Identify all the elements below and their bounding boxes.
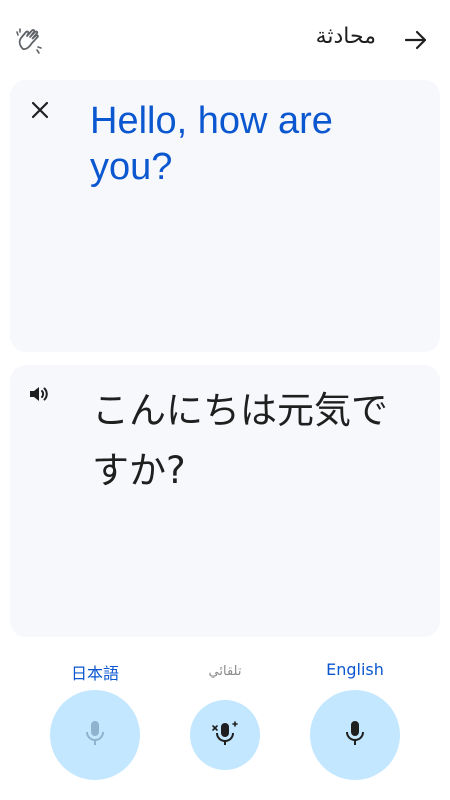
translation-panel: こんにちは元気ですか? (10, 365, 440, 637)
mic-icon (343, 719, 367, 751)
arrow-right-icon[interactable] (398, 22, 434, 58)
translated-text: こんにちは元気ですか? (92, 389, 388, 492)
auto-mic-button[interactable] (190, 700, 260, 770)
source-text-panel[interactable]: Hello, how are you? (10, 80, 440, 352)
left-language-button[interactable]: 日本語 (50, 660, 140, 684)
left-mic-button[interactable] (50, 690, 140, 780)
mic-icon (83, 719, 107, 751)
app-header: محادثة (0, 0, 450, 80)
source-text[interactable]: Hello, how are you? (90, 98, 420, 190)
hand-wave-icon[interactable] (10, 22, 48, 60)
auto-mode-label: تلقائي (208, 664, 242, 679)
right-mic-button[interactable] (310, 690, 400, 780)
close-icon[interactable] (26, 96, 54, 124)
page-title: محادثة (315, 24, 376, 49)
auto-mic-icon (210, 718, 240, 752)
speaker-icon[interactable] (24, 379, 54, 409)
right-language-button[interactable]: English (310, 660, 400, 679)
